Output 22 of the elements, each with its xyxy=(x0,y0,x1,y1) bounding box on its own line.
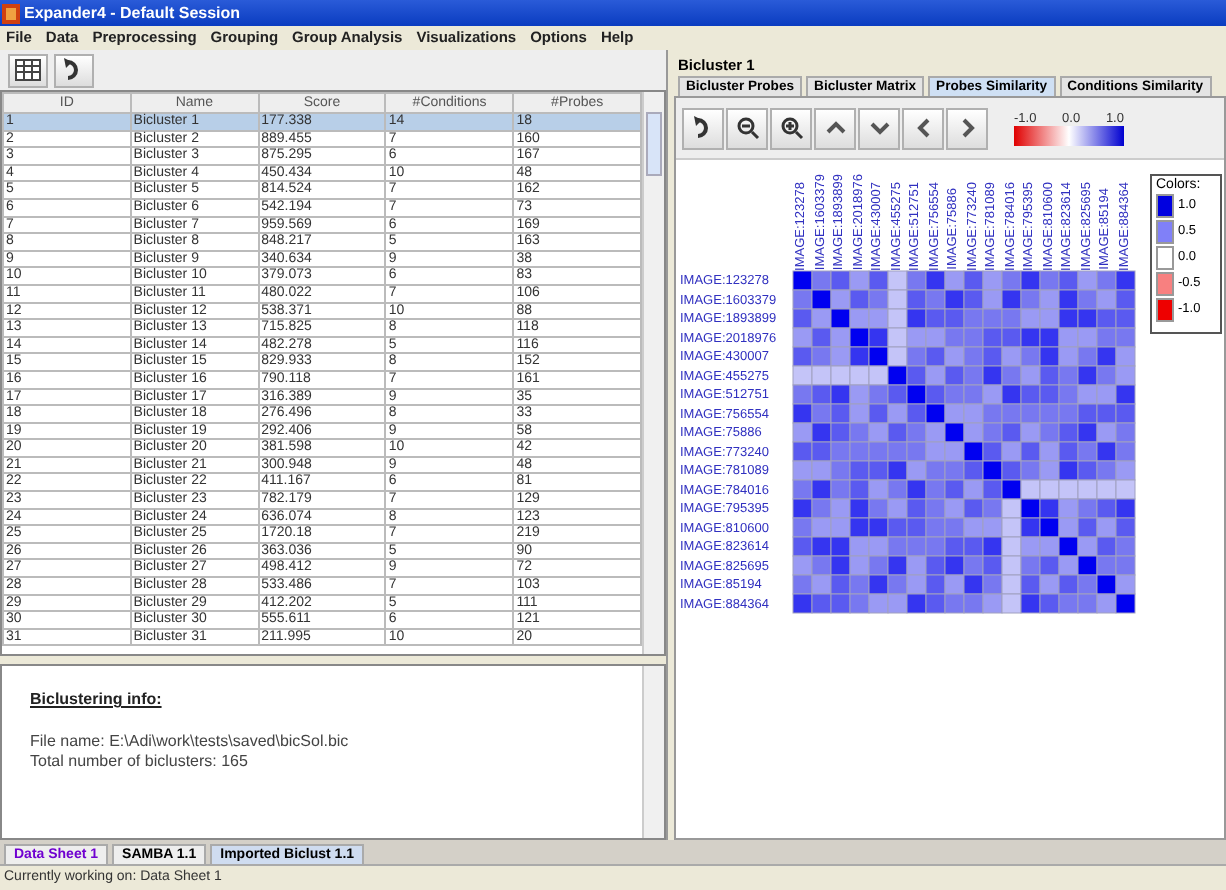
legend-swatch xyxy=(1156,193,1174,217)
info-heading: Biclustering info: xyxy=(30,690,164,708)
table-icon[interactable] xyxy=(8,53,48,87)
zoom-out-icon[interactable] xyxy=(726,107,768,149)
scrollbar[interactable] xyxy=(642,666,664,838)
chevron-right-icon[interactable] xyxy=(946,107,988,149)
legend-swatch xyxy=(1156,297,1174,321)
window-title: Expander4 - Default Session xyxy=(24,4,241,22)
zoom-in-icon[interactable] xyxy=(770,107,812,149)
app-icon xyxy=(2,3,20,23)
scrollbar[interactable] xyxy=(642,92,664,654)
chevron-up-icon[interactable] xyxy=(814,107,856,149)
legend-swatch xyxy=(1156,271,1174,295)
chevron-left-icon[interactable] xyxy=(902,107,944,149)
legend-swatch xyxy=(1156,245,1174,269)
color-scale-bar xyxy=(1014,125,1124,145)
chevron-down-icon[interactable] xyxy=(858,107,900,149)
legend-swatch xyxy=(1156,219,1174,243)
refresh-icon[interactable] xyxy=(682,107,724,149)
info-text: File name: E:\Adi\work\tests\saved\bicSol.bic xyxy=(30,732,351,752)
refresh-icon[interactable] xyxy=(54,53,94,87)
info-text: Total number of biclusters: 165 xyxy=(30,752,250,772)
